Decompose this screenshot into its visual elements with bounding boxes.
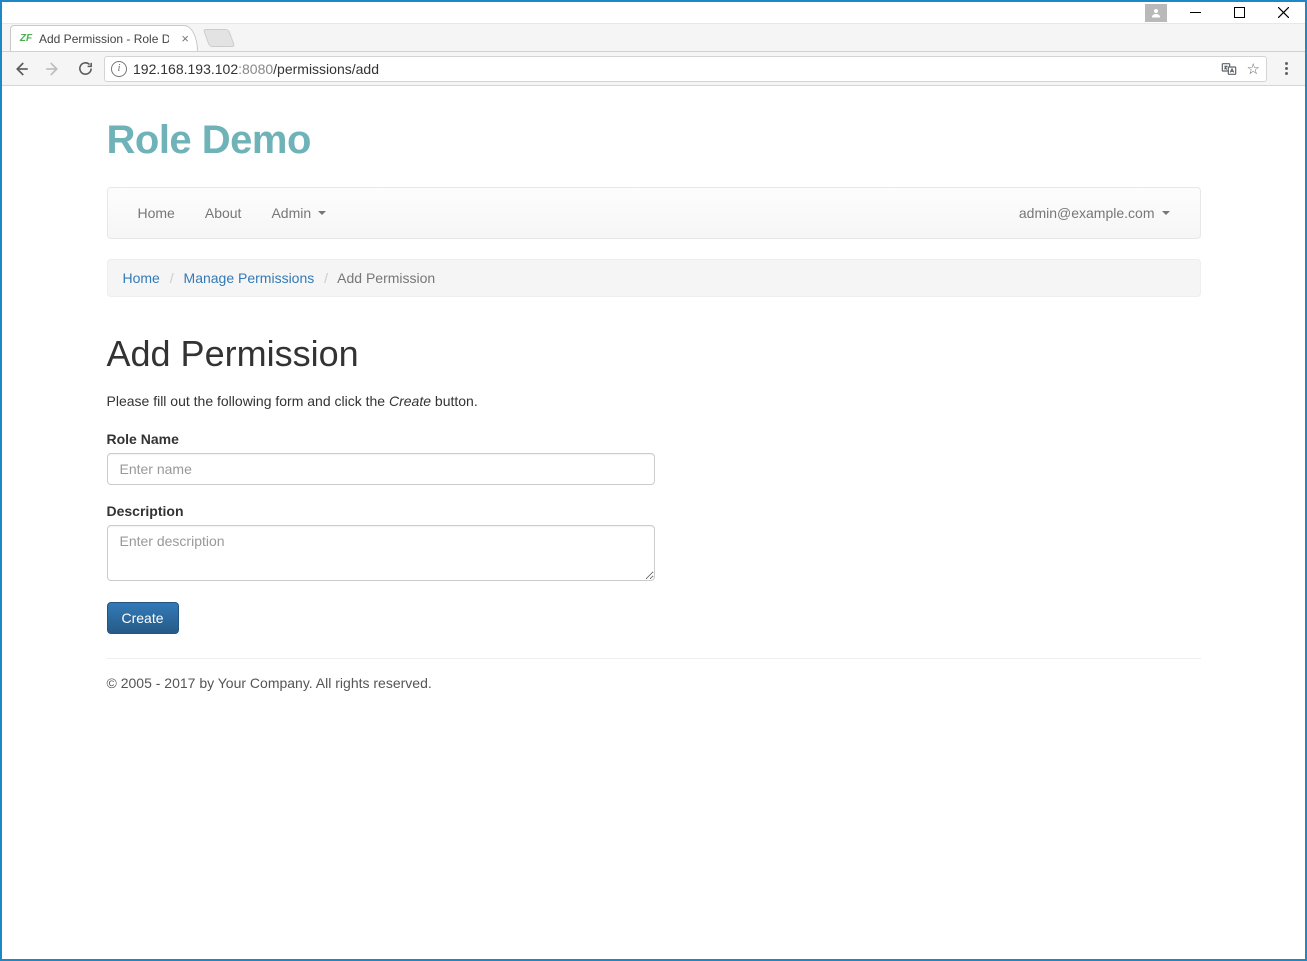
nav-right: admin@example.com (1004, 190, 1185, 236)
breadcrumb: Home / Manage Permissions / Add Permissi… (107, 259, 1201, 297)
description-label: Description (107, 503, 655, 519)
window-minimize-button[interactable] (1173, 3, 1217, 23)
role-name-label: Role Name (107, 431, 655, 447)
window-close-button[interactable] (1261, 3, 1305, 23)
lead-pre: Please fill out the following form and c… (107, 393, 389, 409)
form-group-description: Description (107, 503, 655, 584)
back-button[interactable] (8, 56, 34, 82)
lead-em: Create (389, 393, 431, 409)
footer-divider (107, 658, 1201, 659)
caret-down-icon (318, 211, 326, 215)
footer-text: © 2005 - 2017 by Your Company. All right… (107, 675, 1201, 721)
site-info-icon[interactable]: i (111, 61, 127, 77)
create-button[interactable]: Create (107, 602, 179, 634)
bookmark-star-icon[interactable]: ☆ (1247, 60, 1260, 78)
breadcrumb-separator: / (164, 270, 180, 286)
page-title: Add Permission (107, 333, 1201, 375)
lead-post: button. (431, 393, 478, 409)
translate-icon[interactable] (1221, 61, 1237, 77)
browser-menu-button[interactable] (1273, 56, 1299, 82)
chrome-profile-icon[interactable] (1145, 4, 1167, 22)
brand-title: Role Demo (107, 88, 1201, 187)
nav-home-label: Home (138, 205, 175, 221)
breadcrumb-manage-permissions[interactable]: Manage Permissions (184, 270, 315, 286)
breadcrumb-home[interactable]: Home (123, 270, 160, 286)
reload-button[interactable] (72, 56, 98, 82)
url-port: :8080 (238, 61, 273, 77)
browser-toolbar: i 192.168.193.102:8080/permissions/add ☆ (2, 52, 1305, 86)
nav-admin[interactable]: Admin (256, 190, 341, 236)
forward-button[interactable] (40, 56, 66, 82)
nav-home[interactable]: Home (123, 190, 190, 236)
main-navbar: Home About Admin admin@example.com (107, 187, 1201, 239)
page-lead: Please fill out the following form and c… (107, 393, 1201, 409)
nav-user-label: admin@example.com (1019, 205, 1155, 221)
browser-window: ZF Add Permission - Role De × i 192.168.… (0, 0, 1307, 961)
tab-close-icon[interactable]: × (181, 31, 189, 46)
breadcrumb-separator: / (318, 270, 334, 286)
form-group-name: Role Name (107, 431, 655, 485)
browser-tabstrip: ZF Add Permission - Role De × (2, 24, 1305, 52)
window-maximize-button[interactable] (1217, 3, 1261, 23)
breadcrumb-current: Add Permission (337, 270, 435, 286)
tab-title: Add Permission - Role De (39, 32, 169, 46)
page-viewport: Role Demo Home About Admin admin@example… (4, 88, 1303, 957)
nav-user[interactable]: admin@example.com (1004, 190, 1185, 236)
browser-tab[interactable]: ZF Add Permission - Role De × (10, 25, 198, 51)
role-name-input[interactable] (107, 453, 655, 485)
caret-down-icon (1162, 211, 1170, 215)
nav-about[interactable]: About (190, 190, 257, 236)
window-titlebar (2, 2, 1305, 24)
create-button-label: Create (122, 610, 164, 626)
nav-about-label: About (205, 205, 242, 221)
new-tab-button[interactable] (203, 29, 236, 47)
address-bar[interactable]: i 192.168.193.102:8080/permissions/add ☆ (104, 56, 1267, 82)
nav-left: Home About Admin (123, 190, 342, 236)
url-host: 192.168.193.102 (133, 61, 238, 77)
nav-admin-label: Admin (271, 205, 311, 221)
kebab-icon (1276, 62, 1296, 75)
page-container: Role Demo Home About Admin admin@example… (92, 88, 1216, 721)
description-input[interactable] (107, 525, 655, 581)
url-path: /permissions/add (273, 61, 379, 77)
zf-favicon-icon: ZF (19, 32, 33, 46)
